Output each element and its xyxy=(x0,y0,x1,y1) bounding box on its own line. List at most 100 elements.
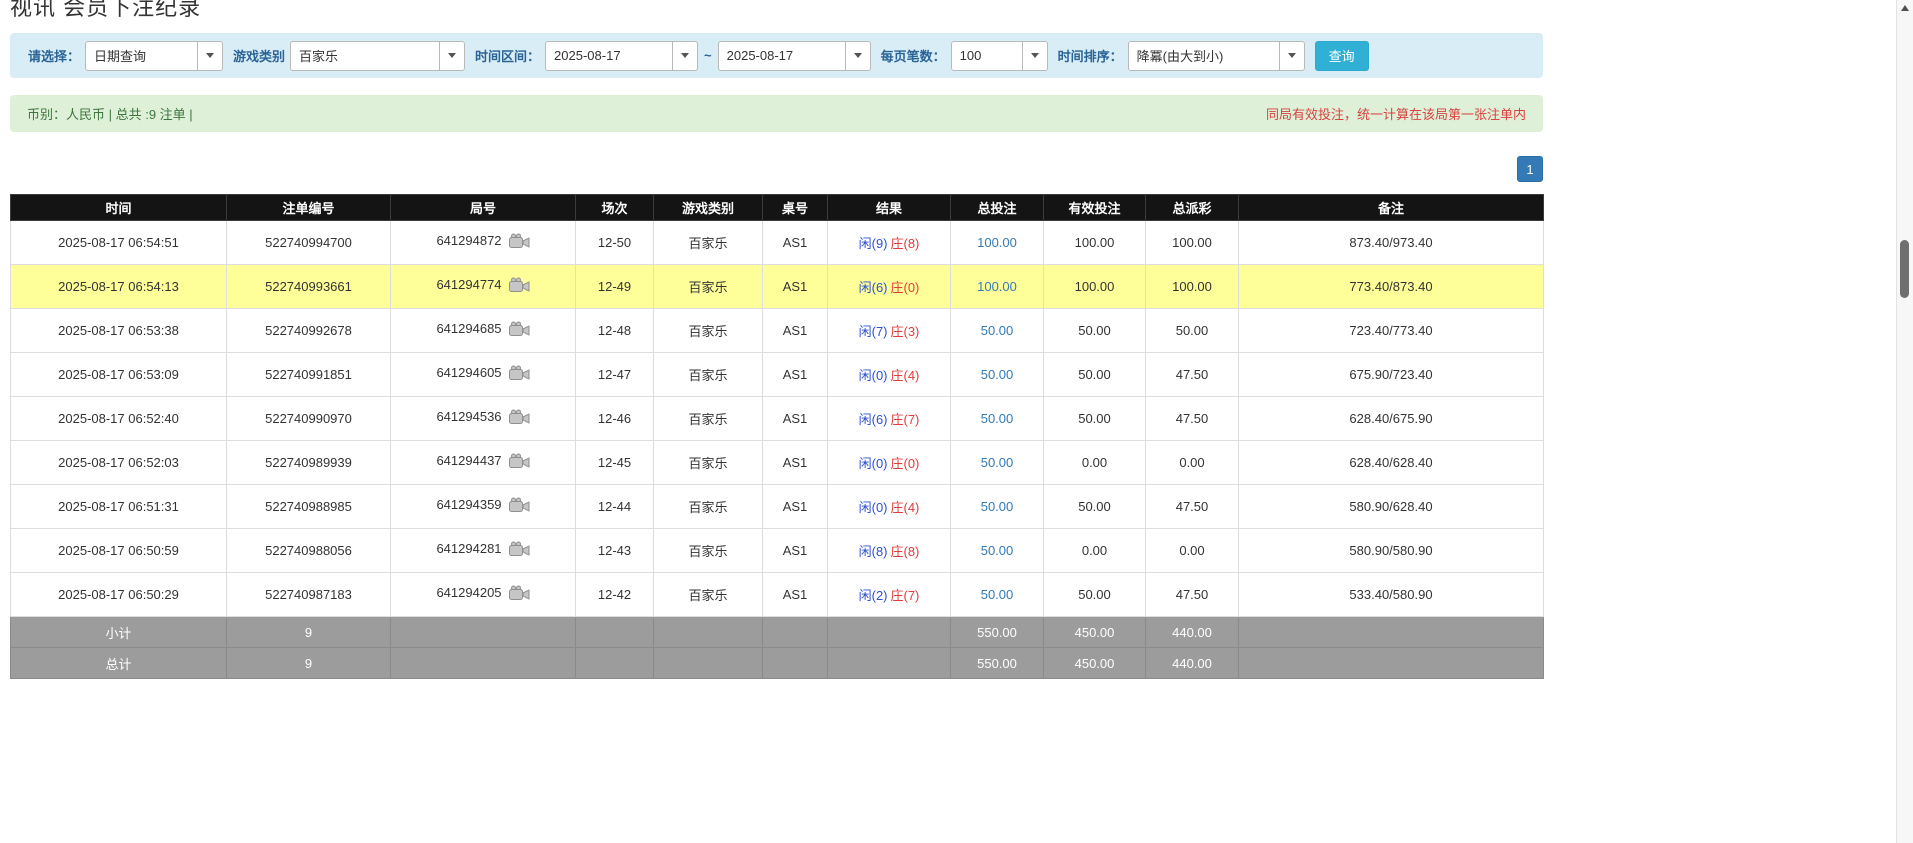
cell-time: 2025-08-17 06:52:40 xyxy=(11,397,227,441)
date-from-combobox xyxy=(545,41,698,71)
time-sort-dropdown-button[interactable] xyxy=(1280,41,1305,71)
round-id-text: 641294281 xyxy=(436,541,501,556)
total-bet-link[interactable]: 100.00 xyxy=(977,279,1017,294)
round-id-text: 641294205 xyxy=(436,585,501,600)
date-to-combobox xyxy=(718,41,871,71)
cell-bet-id: 522740993661 xyxy=(227,265,391,309)
page-button-1[interactable]: 1 xyxy=(1517,156,1543,182)
cell-payout: 0.00 xyxy=(1146,529,1239,573)
total-bet-link[interactable]: 50.00 xyxy=(981,323,1014,338)
round-id-text: 641294536 xyxy=(436,409,501,424)
select-type-label: 请选择： xyxy=(28,46,80,65)
page-size-dropdown-button[interactable] xyxy=(1023,41,1048,71)
table-row: 2025-08-17 06:51:31 522740988985 6412943… xyxy=(11,485,1544,529)
video-replay-icon[interactable] xyxy=(509,277,530,296)
cell-payout: 47.50 xyxy=(1146,397,1239,441)
total-bet-link[interactable]: 50.00 xyxy=(981,587,1014,602)
table-row: 2025-08-17 06:53:38 522740992678 6412946… xyxy=(11,309,1544,353)
select-type-input[interactable] xyxy=(85,41,198,71)
result-banker: 庄(4) xyxy=(891,500,920,515)
cell-valid-bet: 50.00 xyxy=(1044,397,1146,441)
result-banker: 庄(0) xyxy=(891,280,920,295)
cell-round-id: 641294774 xyxy=(391,265,576,309)
cell-total-bet: 50.00 xyxy=(951,485,1044,529)
result-banker: 庄(7) xyxy=(891,412,920,427)
video-replay-icon[interactable] xyxy=(509,409,530,428)
scrollbar-thumb[interactable] xyxy=(1900,240,1909,298)
cell-game-type: 百家乐 xyxy=(654,221,763,265)
cell-payout: 0.00 xyxy=(1146,441,1239,485)
date-from-dropdown-button[interactable] xyxy=(673,41,698,71)
cell-total-bet: 100.00 xyxy=(951,221,1044,265)
cell-valid-bet: 100.00 xyxy=(1044,221,1146,265)
cell-session: 12-46 xyxy=(576,397,654,441)
cell-table-no: AS1 xyxy=(763,397,828,441)
video-replay-icon[interactable] xyxy=(509,497,530,516)
cell-valid-bet: 50.00 xyxy=(1044,485,1146,529)
table-row: 2025-08-17 06:53:09 522740991851 6412946… xyxy=(11,353,1544,397)
round-id-text: 641294359 xyxy=(436,497,501,512)
date-from-input[interactable] xyxy=(545,41,673,71)
total-bet-link[interactable]: 50.00 xyxy=(981,455,1014,470)
result-player: 闲(2) xyxy=(859,588,888,603)
col-header-bet-id: 注单编号 xyxy=(227,195,391,221)
cell-time: 2025-08-17 06:53:09 xyxy=(11,353,227,397)
select-type-dropdown-button[interactable] xyxy=(198,41,223,71)
table-row: 2025-08-17 06:52:40 522740990970 6412945… xyxy=(11,397,1544,441)
cell-time: 2025-08-17 06:53:38 xyxy=(11,309,227,353)
result-player: 闲(6) xyxy=(859,412,888,427)
date-range-separator: ~ xyxy=(704,48,712,63)
date-to-dropdown-button[interactable] xyxy=(846,41,871,71)
cell-bet-id: 522740991851 xyxy=(227,353,391,397)
scroll-up-arrow-icon[interactable] xyxy=(1901,5,1909,11)
col-header-table-no: 桌号 xyxy=(763,195,828,221)
result-banker: 庄(8) xyxy=(891,236,920,251)
grand-total-row: 总计 9 550.00 450.00 440.00 xyxy=(11,648,1544,679)
total-bet-link[interactable]: 50.00 xyxy=(981,367,1014,382)
chevron-down-icon xyxy=(206,53,214,58)
search-button[interactable]: 查询 xyxy=(1315,41,1369,71)
cell-result: 闲(8)庄(8) xyxy=(828,529,951,573)
cell-bet-id: 522740994700 xyxy=(227,221,391,265)
pagination: 1 xyxy=(1517,156,1543,182)
result-player: 闲(9) xyxy=(859,236,888,251)
total-bet-link[interactable]: 50.00 xyxy=(981,543,1014,558)
scrollbar[interactable] xyxy=(1896,0,1913,843)
chevron-down-icon xyxy=(1031,53,1039,58)
cell-payout: 100.00 xyxy=(1146,221,1239,265)
cell-table-no: AS1 xyxy=(763,441,828,485)
video-replay-icon[interactable] xyxy=(509,365,530,384)
cell-remark: 580.90/580.90 xyxy=(1239,529,1544,573)
total-bet-link[interactable]: 100.00 xyxy=(977,235,1017,250)
video-replay-icon[interactable] xyxy=(509,453,530,472)
total-valid-bet: 450.00 xyxy=(1044,648,1146,679)
cell-remark: 533.40/580.90 xyxy=(1239,573,1544,617)
cell-result: 闲(7)庄(3) xyxy=(828,309,951,353)
total-bet-link[interactable]: 50.00 xyxy=(981,411,1014,426)
cell-table-no: AS1 xyxy=(763,309,828,353)
cell-remark: 675.90/723.40 xyxy=(1239,353,1544,397)
video-replay-icon[interactable] xyxy=(509,585,530,604)
video-replay-icon[interactable] xyxy=(509,321,530,340)
cell-round-id: 641294359 xyxy=(391,485,576,529)
round-id-text: 641294872 xyxy=(436,233,501,248)
cell-time: 2025-08-17 06:54:13 xyxy=(11,265,227,309)
date-to-input[interactable] xyxy=(718,41,846,71)
round-id-text: 641294685 xyxy=(436,321,501,336)
cell-result: 闲(2)庄(7) xyxy=(828,573,951,617)
cell-time: 2025-08-17 06:51:31 xyxy=(11,485,227,529)
bet-records-table: 时间 注单编号 局号 场次 游戏类别 桌号 结果 总投注 有效投注 总派彩 备注… xyxy=(10,194,1544,679)
cell-table-no: AS1 xyxy=(763,265,828,309)
time-sort-label: 时间排序： xyxy=(1058,46,1123,65)
game-type-input[interactable] xyxy=(290,41,440,71)
video-replay-icon[interactable] xyxy=(509,541,530,560)
total-label: 总计 xyxy=(11,648,227,679)
page-size-input[interactable] xyxy=(951,41,1023,71)
time-sort-input[interactable] xyxy=(1128,41,1280,71)
game-type-dropdown-button[interactable] xyxy=(440,41,465,71)
cell-total-bet: 50.00 xyxy=(951,529,1044,573)
video-replay-icon[interactable] xyxy=(509,233,530,252)
cell-total-bet: 50.00 xyxy=(951,573,1044,617)
subtotal-valid-bet: 450.00 xyxy=(1044,617,1146,648)
total-bet-link[interactable]: 50.00 xyxy=(981,499,1014,514)
